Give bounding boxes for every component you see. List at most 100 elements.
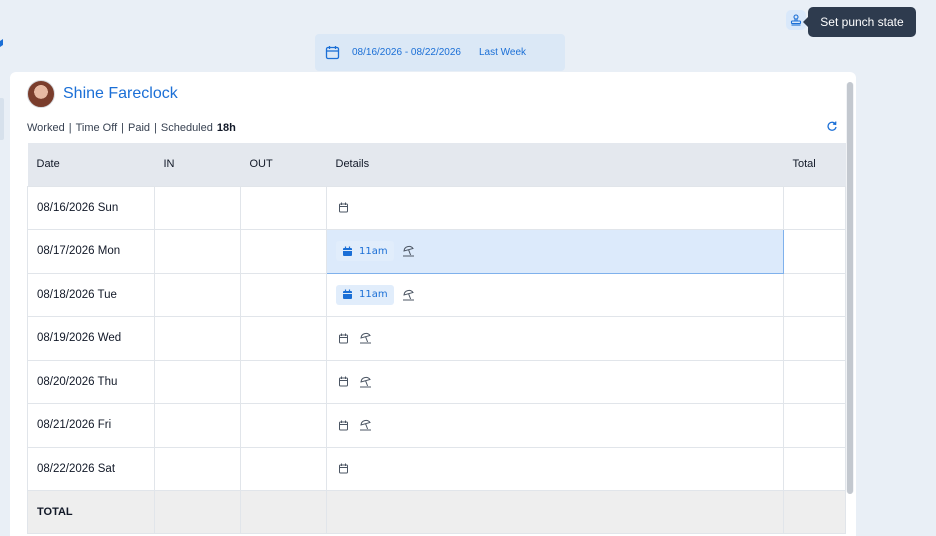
schedule-time: 11am (359, 289, 388, 301)
table-row[interactable]: 08/16/2026 Sun (27, 185, 846, 230)
details-cell[interactable]: 11am (326, 229, 784, 274)
out-cell[interactable] (240, 272, 327, 317)
column-header-in: IN (154, 143, 241, 186)
beach-umbrella-icon[interactable] (402, 288, 416, 302)
schedule-chip[interactable]: 11am (336, 241, 394, 262)
summary-scheduled-value: 18h (216, 122, 236, 134)
out-cell[interactable] (240, 316, 327, 361)
in-cell[interactable] (154, 229, 241, 274)
total-cell[interactable] (783, 272, 846, 317)
total-details-cell (326, 490, 784, 534)
table-row[interactable]: 08/20/2026 Thu (27, 359, 846, 404)
out-cell[interactable] (240, 403, 327, 448)
total-value (783, 490, 846, 534)
date-cell[interactable]: 08/21/2026 Fri (27, 403, 155, 448)
refresh-button[interactable] (826, 120, 840, 134)
week-period-label: Last Week (478, 47, 527, 58)
total-in-cell (154, 490, 241, 534)
out-cell[interactable] (240, 359, 327, 404)
details-cell[interactable] (326, 403, 784, 448)
table-row[interactable]: 08/21/2026 Fri (27, 403, 846, 448)
summary-worked: Worked (27, 122, 65, 134)
details-cell[interactable]: 11am (326, 272, 784, 317)
total-cell[interactable] (783, 229, 846, 274)
details-content (336, 201, 783, 215)
tooltip-text: Set punch state (820, 15, 904, 29)
schedule-time: 11am (359, 245, 388, 257)
date-cell[interactable]: 08/19/2026 Wed (27, 316, 155, 361)
summary-separator: | (154, 122, 157, 134)
table-row[interactable]: 08/19/2026 Wed (27, 316, 846, 361)
details-content: 11am (336, 284, 783, 305)
in-cell[interactable] (154, 316, 241, 361)
total-label: TOTAL (27, 490, 155, 534)
total-out-cell (240, 490, 327, 534)
summary-scheduled-label: Scheduled (160, 122, 213, 134)
table-row[interactable]: 08/22/2026 Sat (27, 446, 846, 491)
column-header-details: Details (326, 143, 784, 186)
details-cell[interactable] (326, 446, 784, 491)
left-edge-mark (0, 38, 3, 48)
column-header-out: OUT (240, 143, 327, 186)
summary-separator: | (68, 122, 72, 134)
total-cell[interactable] (783, 446, 846, 491)
employee-header: Shine Fareclock (27, 80, 178, 108)
out-cell[interactable] (240, 446, 327, 491)
beach-umbrella-icon[interactable] (358, 375, 372, 389)
out-cell[interactable] (240, 185, 327, 230)
details-cell[interactable] (326, 185, 784, 230)
in-cell[interactable] (154, 272, 241, 317)
in-cell[interactable] (154, 359, 241, 404)
date-cell[interactable]: 08/20/2026 Thu (27, 359, 155, 404)
employee-name[interactable]: Shine Fareclock (63, 85, 178, 103)
side-panel-handle[interactable] (0, 98, 4, 140)
in-cell[interactable] (154, 446, 241, 491)
scrollbar[interactable] (846, 82, 854, 494)
avatar (27, 80, 55, 108)
total-row: TOTAL (27, 490, 846, 534)
scrollbar-thumb[interactable] (847, 82, 853, 494)
column-header-total: Total (783, 143, 846, 186)
calendar-icon[interactable] (336, 462, 350, 476)
out-cell[interactable] (240, 229, 327, 274)
details-content: 11am (336, 241, 783, 262)
calendar-icon[interactable] (336, 331, 350, 345)
calendar-icon (325, 46, 340, 60)
summary-separator: | (121, 122, 124, 134)
details-content (336, 331, 783, 345)
week-range: 08/16/2026 - 08/22/2026 (352, 47, 461, 58)
date-cell[interactable]: 08/18/2026 Tue (27, 272, 155, 317)
summary-time-off: Time Off (75, 122, 118, 134)
in-cell[interactable] (154, 403, 241, 448)
details-content (336, 462, 783, 476)
summary-paid: Paid (127, 122, 151, 134)
total-cell[interactable] (783, 403, 846, 448)
beach-umbrella-icon[interactable] (358, 331, 372, 345)
total-cell[interactable] (783, 359, 846, 404)
total-cell[interactable] (783, 316, 846, 361)
calendar-icon[interactable] (336, 201, 350, 215)
details-content (336, 418, 783, 432)
refresh-icon (827, 121, 837, 131)
calendar-icon[interactable] (336, 418, 350, 432)
calendar-icon[interactable] (336, 375, 350, 389)
date-cell[interactable]: 08/16/2026 Sun (27, 185, 155, 230)
table-row[interactable]: 08/18/2026 Tue 11am (27, 272, 846, 317)
timecard-table: Date IN OUT Details Total 08/16/2026 Sun… (27, 143, 846, 534)
date-cell[interactable]: 08/22/2026 Sat (27, 446, 155, 491)
details-cell[interactable] (326, 359, 784, 404)
details-content (336, 375, 783, 389)
schedule-chip[interactable]: 11am (336, 284, 394, 305)
details-cell[interactable] (326, 316, 784, 361)
date-cell[interactable]: 08/17/2026 Mon (27, 229, 155, 274)
beach-umbrella-icon[interactable] (358, 418, 372, 432)
calendar-icon (342, 246, 353, 257)
table-header-row: Date IN OUT Details Total (27, 143, 846, 186)
table-row[interactable]: 08/17/2026 Mon 11am (27, 229, 846, 274)
punch-state-tooltip: Set punch state (803, 7, 916, 37)
beach-umbrella-icon[interactable] (402, 244, 416, 258)
in-cell[interactable] (154, 185, 241, 230)
total-cell[interactable] (783, 185, 846, 230)
week-selector[interactable]: 08/16/2026 - 08/22/2026 Last Week (315, 34, 565, 71)
hours-summary: Worked | Time Off | Paid | Scheduled 18h (27, 122, 236, 134)
